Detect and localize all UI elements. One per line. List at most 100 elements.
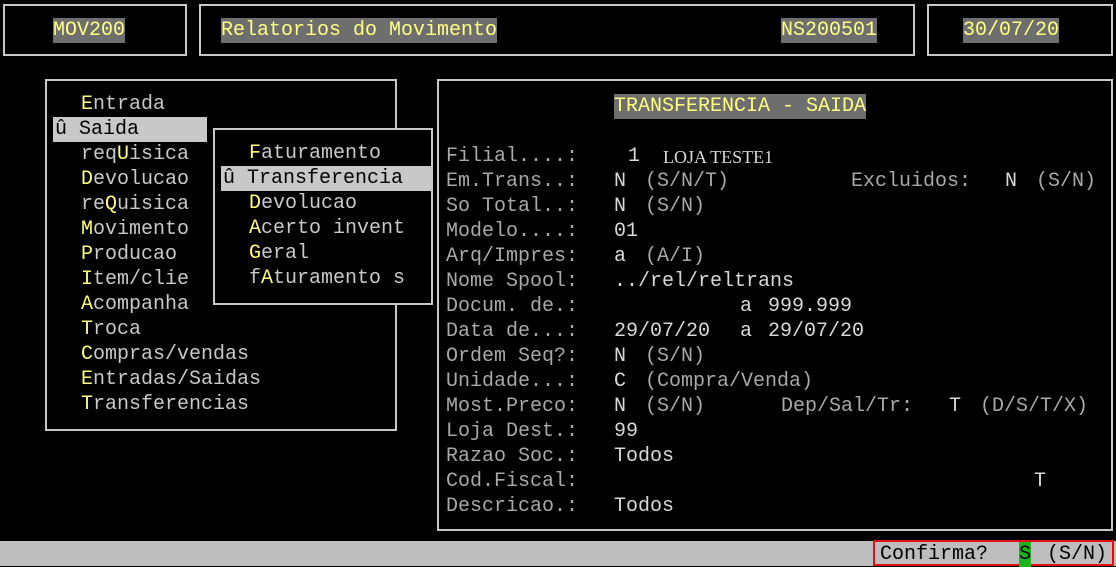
- menu-item-text: evolucao: [93, 168, 190, 191]
- razao-field[interactable]: Todos: [614, 444, 674, 469]
- menu-hotkey: D: [249, 192, 262, 215]
- menu-hotkey: M: [81, 218, 94, 241]
- preco-field[interactable]: N: [614, 394, 626, 419]
- arq-impres-field[interactable]: a: [614, 244, 626, 269]
- main-menu-item-label: û Saida: [55, 118, 140, 141]
- unidade-field[interactable]: C: [614, 369, 626, 394]
- menu-item-text: ntradas/Saidas: [93, 368, 262, 391]
- excluidos-hint: (S/N): [1036, 170, 1097, 193]
- menu-item-text: roca: [93, 318, 142, 341]
- descricao-label: Descricao.:: [446, 495, 579, 518]
- screen-title: Relatorios do Movimento: [221, 18, 498, 43]
- program-box: MOV200: [3, 4, 187, 56]
- menu-hotkey: A: [261, 267, 274, 290]
- main-menu-item[interactable]: Producao: [81, 242, 177, 267]
- menu-hotkey: G: [249, 242, 262, 265]
- menu-hotkey: T: [81, 318, 94, 341]
- filial-number-field[interactable]: 1: [628, 144, 640, 169]
- date-box: 30/07/20: [927, 4, 1113, 56]
- main-menu-item[interactable]: Entrada: [81, 92, 165, 117]
- descricao-field[interactable]: Todos: [614, 494, 674, 519]
- dep-field[interactable]: T: [949, 394, 961, 419]
- submenu-item[interactable]: Devolucao: [249, 191, 357, 216]
- submenu-item-selected[interactable]: û Transferencia: [221, 166, 433, 191]
- emtrans-field[interactable]: N: [614, 169, 626, 194]
- main-menu-item[interactable]: Acompanha: [81, 292, 189, 317]
- ordem-label: Ordem Seq?:: [446, 345, 579, 368]
- menu-hotkey: F: [249, 142, 262, 165]
- unidade-hint: (Compra/Venda): [645, 370, 814, 393]
- submenu-item[interactable]: Geral: [249, 241, 309, 266]
- menu-hotkey: C: [81, 343, 94, 366]
- main-menu-item[interactable]: Item/clie: [81, 267, 189, 292]
- menu-item-text: uisica: [117, 193, 190, 216]
- sototal-hint: (S/N): [645, 195, 706, 218]
- menu-item-text: ompras/vendas: [93, 343, 250, 366]
- docum-label: Docum. de.:: [446, 295, 579, 318]
- menu-item-text: isica: [129, 143, 190, 166]
- spool-label: Nome Spool:: [446, 270, 579, 293]
- menu-hotkey: U: [117, 143, 130, 166]
- confirm-prompt: Confirma? S (S/N): [873, 540, 1114, 567]
- filial-name: LOJA TESTE1: [663, 147, 774, 167]
- main-menu-item-selected[interactable]: û Saida: [53, 117, 207, 142]
- data-label: Data de...:: [446, 320, 579, 343]
- main-menu-item[interactable]: Movimento: [81, 217, 189, 242]
- ordem-field[interactable]: N: [614, 344, 626, 369]
- submenu-item[interactable]: Faturamento: [249, 141, 381, 166]
- excluidos-field[interactable]: N: [1005, 169, 1017, 194]
- menu-hotkey: A: [249, 217, 262, 240]
- submenu-item[interactable]: fAturamento s: [249, 266, 405, 291]
- docum-to-field[interactable]: 999.999: [768, 294, 852, 319]
- submenu-item-label: û Transferencia: [223, 167, 404, 190]
- program-code: MOV200: [53, 18, 126, 43]
- data-from-field[interactable]: 29/07/20: [614, 319, 710, 344]
- main-menu-item[interactable]: Devolucao: [81, 167, 189, 192]
- confirm-hint: (S/N): [1047, 543, 1108, 566]
- spool-field[interactable]: ../rel/reltrans: [614, 269, 794, 294]
- menu-item-text: ransferencias: [93, 393, 250, 416]
- menu-hotkey: P: [81, 243, 94, 266]
- menu-item-text: certo invent: [261, 217, 406, 240]
- menu-item-text: ovimento: [93, 218, 190, 241]
- emtrans-label: Em.Trans..:: [446, 170, 579, 193]
- dep-label: Dep/Sal/Tr:: [781, 395, 914, 418]
- menu-item-text: re: [81, 193, 106, 216]
- modelo-field[interactable]: 01: [614, 219, 638, 244]
- codfiscal-field[interactable]: T: [1034, 469, 1046, 494]
- menu-hotkey: A: [81, 293, 94, 316]
- saida-submenu: Faturamento û Transferencia Devolucao Acert…: [213, 128, 433, 305]
- menu-hotkey: E: [81, 93, 94, 116]
- submenu-item[interactable]: Acerto invent: [249, 216, 405, 241]
- menu-hotkey: D: [81, 168, 94, 191]
- data-to-field[interactable]: 29/07/20: [768, 319, 864, 344]
- filial-label: Filial....:: [446, 145, 579, 168]
- preco-label: Most.Preco:: [446, 395, 579, 418]
- menu-item-text: ntrada: [93, 93, 166, 116]
- menu-hotkey: Q: [105, 193, 118, 216]
- codfiscal-label: Cod.Fiscal:: [446, 470, 579, 493]
- transfer-form-panel: TRANSFERENCIA - SAIDA Filial....: 1 LOJA…: [437, 79, 1113, 531]
- excluidos-label: Excluidos:: [851, 170, 972, 193]
- loja-label: Loja Dest.:: [446, 420, 579, 443]
- loja-field[interactable]: 99: [614, 419, 638, 444]
- data-separator: a: [740, 320, 753, 343]
- menu-item-text: companha: [93, 293, 190, 316]
- menu-item-text: req: [81, 143, 118, 166]
- main-menu-item[interactable]: reqUisica: [81, 142, 189, 167]
- main-menu-item[interactable]: Entradas/Saidas: [81, 367, 261, 392]
- razao-label: Razao Soc.:: [446, 445, 579, 468]
- menu-item-text: f: [249, 267, 262, 290]
- ordem-hint: (S/N): [645, 345, 706, 368]
- title-box: Relatorios do Movimento NS200501: [199, 4, 915, 56]
- main-menu-item[interactable]: reQuisica: [81, 192, 189, 217]
- menu-hotkey: T: [81, 393, 94, 416]
- current-date: 30/07/20: [963, 18, 1060, 43]
- main-menu-item[interactable]: Compras/vendas: [81, 342, 249, 367]
- arq-impres-hint: (A/I): [645, 245, 706, 268]
- main-menu-item[interactable]: Troca: [81, 317, 141, 342]
- sototal-field[interactable]: N: [614, 194, 626, 219]
- confirm-field[interactable]: S: [1019, 542, 1032, 567]
- menu-item-text: tem/clie: [93, 268, 190, 291]
- main-menu-item[interactable]: Transferencias: [81, 392, 249, 417]
